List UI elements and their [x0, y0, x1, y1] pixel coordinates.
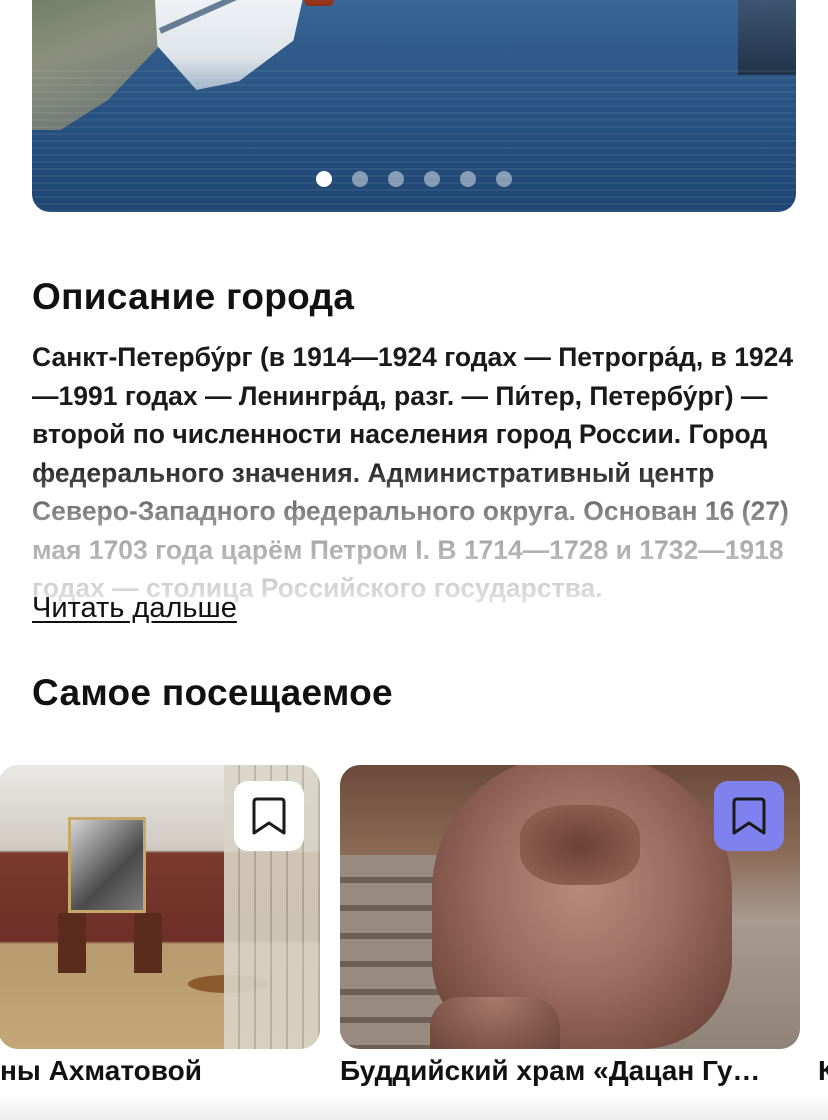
description-title: Описание города	[32, 276, 355, 317]
carousel-dot-1[interactable]	[316, 171, 332, 187]
card-caption[interactable]: Буддийский храм «Дацан Гу…	[340, 1055, 800, 1087]
card-image-chair	[58, 913, 86, 973]
bookmark-icon	[732, 797, 766, 835]
bookmark-icon	[252, 797, 286, 835]
card-caption[interactable]: ны Ахматовой	[0, 1055, 320, 1087]
card-image-chair	[134, 913, 162, 973]
carousel-dot-5[interactable]	[460, 171, 476, 187]
read-more-link[interactable]: Читать дальше	[32, 592, 237, 625]
bookmark-button[interactable]	[234, 781, 304, 851]
card-image-lion-paws	[430, 997, 560, 1049]
carousel-dot-6[interactable]	[496, 171, 512, 187]
water-surface	[32, 70, 796, 212]
bookmark-button-active[interactable]	[714, 781, 784, 851]
attraction-card-datsan[interactable]	[340, 765, 800, 1049]
tug-boat	[304, 0, 334, 6]
carousel-dot-3[interactable]	[388, 171, 404, 187]
bottom-fade	[0, 1094, 828, 1120]
carousel-dot-4[interactable]	[424, 171, 440, 187]
carousel-dot-2[interactable]	[352, 171, 368, 187]
card-image-lion-face	[520, 805, 640, 885]
card-caption[interactable]: К	[818, 1055, 828, 1087]
city-photo-carousel[interactable]	[32, 0, 796, 212]
carousel-dots	[32, 171, 796, 187]
most-visited-title: Самое посещаемое	[32, 672, 393, 713]
attraction-card-akhmatova[interactable]	[0, 765, 320, 1049]
card-image-painting	[68, 817, 146, 913]
ship-hull-right	[738, 0, 796, 75]
